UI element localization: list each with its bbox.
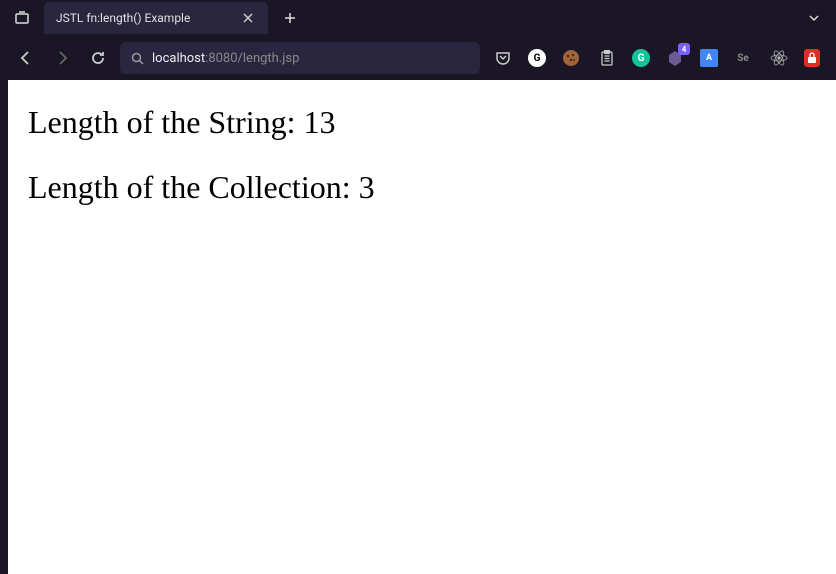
tab-title: JSTL fn:length() Example [56,11,190,25]
clipboard-icon[interactable] [596,47,618,69]
grammarly-icon[interactable]: G [632,49,650,67]
new-tab-button[interactable] [278,6,302,30]
active-tab[interactable]: JSTL fn:length() Example [44,2,268,34]
address-bar[interactable]: localhost:8080/length.jsp [120,42,480,74]
translate-icon[interactable]: A [700,49,718,67]
google-icon[interactable]: G [528,49,546,67]
extension-badge-icon[interactable]: 4 [664,47,686,69]
tabs-dropdown-icon[interactable] [800,4,828,32]
url-port: :8080 [205,51,237,66]
url-host: localhost [152,51,205,66]
lock-icon[interactable] [804,49,820,67]
string-length-heading: Length of the String: 13 [28,104,816,141]
toolbar: localhost:8080/length.jsp G [0,36,836,80]
forward-button[interactable] [48,44,76,72]
react-icon[interactable] [768,47,790,69]
collection-length-heading: Length of the Collection: 3 [28,169,816,206]
search-icon [130,51,144,65]
selenium-icon[interactable]: Se [732,47,754,69]
recent-tabs-icon[interactable] [8,4,36,32]
badge-count: 4 [678,43,690,55]
pocket-icon[interactable] [492,47,514,69]
url-text: localhost:8080/length.jsp [152,51,299,66]
close-tab-icon[interactable] [240,10,256,26]
toolbar-extensions: G G 4 A Se [492,47,820,69]
back-button[interactable] [12,44,40,72]
url-path: /length.jsp [238,51,300,66]
page-content: Length of the String: 13 Length of the C… [8,80,836,574]
cookie-icon[interactable] [560,47,582,69]
reload-button[interactable] [84,44,112,72]
title-bar: JSTL fn:length() Example [0,0,836,36]
